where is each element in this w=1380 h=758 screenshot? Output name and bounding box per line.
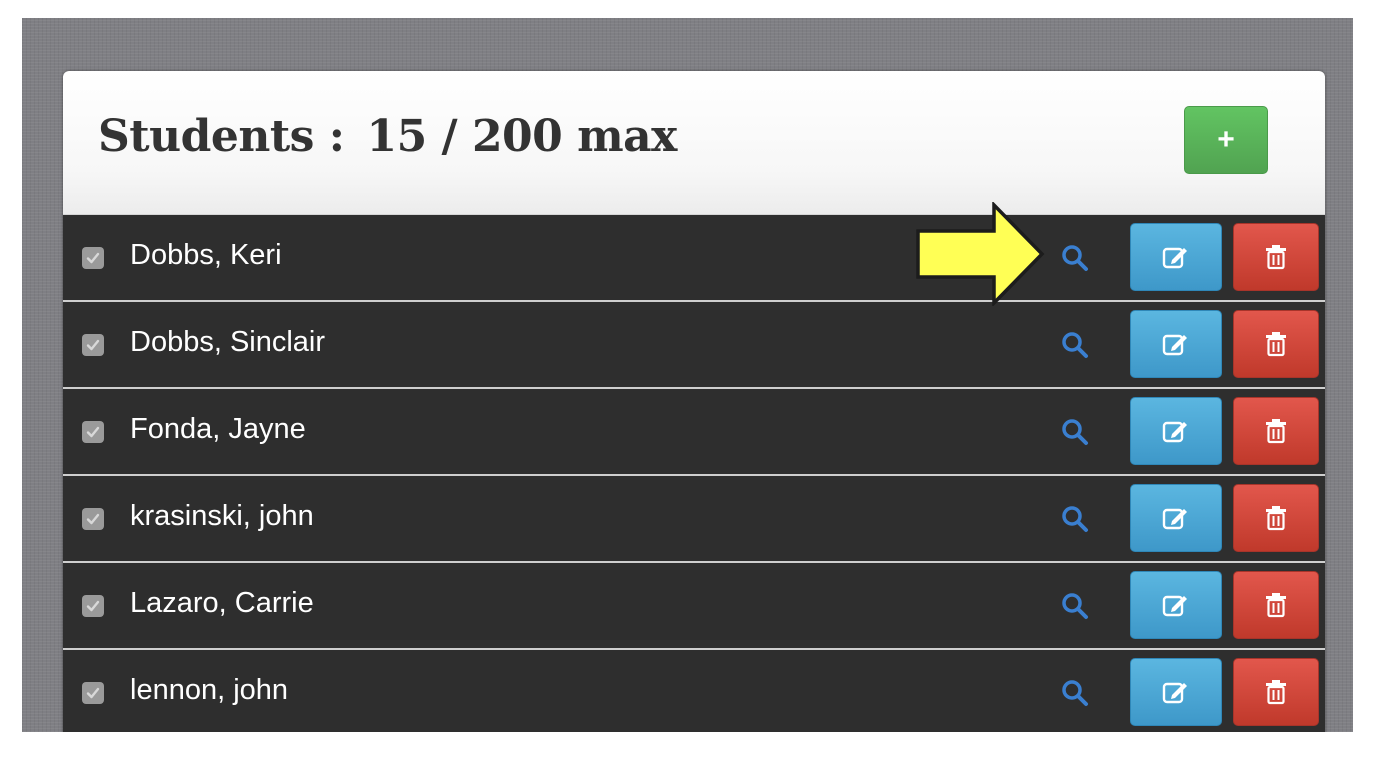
- edit-student-button[interactable]: [1130, 484, 1222, 552]
- check-icon: [86, 339, 100, 351]
- edit-icon: [1162, 247, 1187, 269]
- check-icon: [86, 426, 100, 438]
- trash-icon: [1266, 593, 1286, 618]
- student-checkbox[interactable]: [82, 334, 104, 356]
- panel-header: Students : 15 / 200 max +: [63, 71, 1325, 215]
- page-background: Students : 15 / 200 max + Dobbs, Keri Dob…: [22, 18, 1353, 732]
- student-checkbox[interactable]: [82, 421, 104, 443]
- search-icon[interactable]: [1060, 243, 1090, 273]
- delete-student-button[interactable]: [1233, 484, 1319, 552]
- student-checkbox[interactable]: [82, 508, 104, 530]
- check-icon: [86, 252, 100, 264]
- check-icon: [86, 600, 100, 612]
- students-panel: Students : 15 / 200 max + Dobbs, Keri Dob…: [63, 71, 1325, 732]
- search-icon[interactable]: [1060, 504, 1090, 534]
- student-checkbox[interactable]: [82, 682, 104, 704]
- delete-student-button[interactable]: [1233, 658, 1319, 726]
- check-icon: [86, 513, 100, 525]
- edit-student-button[interactable]: [1130, 397, 1222, 465]
- student-count: 15 / 200 max: [366, 111, 678, 162]
- student-name: Dobbs, Sinclair: [130, 326, 326, 358]
- arrow-right-icon: [916, 202, 1045, 306]
- student-row: krasinski, john: [63, 476, 1325, 563]
- student-name: lennon, john: [130, 674, 289, 706]
- edit-icon: [1162, 682, 1187, 704]
- trash-icon: [1266, 680, 1286, 705]
- search-icon[interactable]: [1060, 591, 1090, 621]
- trash-icon: [1266, 332, 1286, 357]
- add-student-button[interactable]: +: [1184, 106, 1268, 174]
- student-checkbox[interactable]: [82, 595, 104, 617]
- edit-icon: [1162, 508, 1187, 530]
- page-title: Students : 15 / 200 max: [98, 111, 677, 162]
- check-icon: [86, 687, 100, 699]
- trash-icon: [1266, 245, 1286, 270]
- student-list: Dobbs, Keri Dobbs, Sinclair Fonda, Jayne…: [63, 215, 1325, 732]
- student-row: Dobbs, Sinclair: [63, 302, 1325, 389]
- edit-icon: [1162, 595, 1187, 617]
- delete-student-button[interactable]: [1233, 397, 1319, 465]
- student-row: lennon, john: [63, 650, 1325, 732]
- student-name: Dobbs, Keri: [130, 239, 282, 271]
- edit-icon: [1162, 421, 1187, 443]
- edit-icon: [1162, 334, 1187, 356]
- student-row: Fonda, Jayne: [63, 389, 1325, 476]
- plus-icon: +: [1217, 123, 1235, 156]
- student-row: Lazaro, Carrie: [63, 563, 1325, 650]
- delete-student-button[interactable]: [1233, 310, 1319, 378]
- search-icon[interactable]: [1060, 678, 1090, 708]
- edit-student-button[interactable]: [1130, 310, 1222, 378]
- delete-student-button[interactable]: [1233, 223, 1319, 291]
- search-icon[interactable]: [1060, 330, 1090, 360]
- trash-icon: [1266, 506, 1286, 531]
- title-label: Students :: [98, 111, 345, 162]
- student-name: Lazaro, Carrie: [130, 587, 314, 619]
- student-name: Fonda, Jayne: [130, 413, 306, 445]
- trash-icon: [1266, 419, 1286, 444]
- delete-student-button[interactable]: [1233, 571, 1319, 639]
- edit-student-button[interactable]: [1130, 571, 1222, 639]
- student-name: krasinski, john: [130, 500, 314, 532]
- edit-student-button[interactable]: [1130, 658, 1222, 726]
- search-icon[interactable]: [1060, 417, 1090, 447]
- student-row: Dobbs, Keri: [63, 215, 1325, 302]
- student-checkbox[interactable]: [82, 247, 104, 269]
- edit-student-button[interactable]: [1130, 223, 1222, 291]
